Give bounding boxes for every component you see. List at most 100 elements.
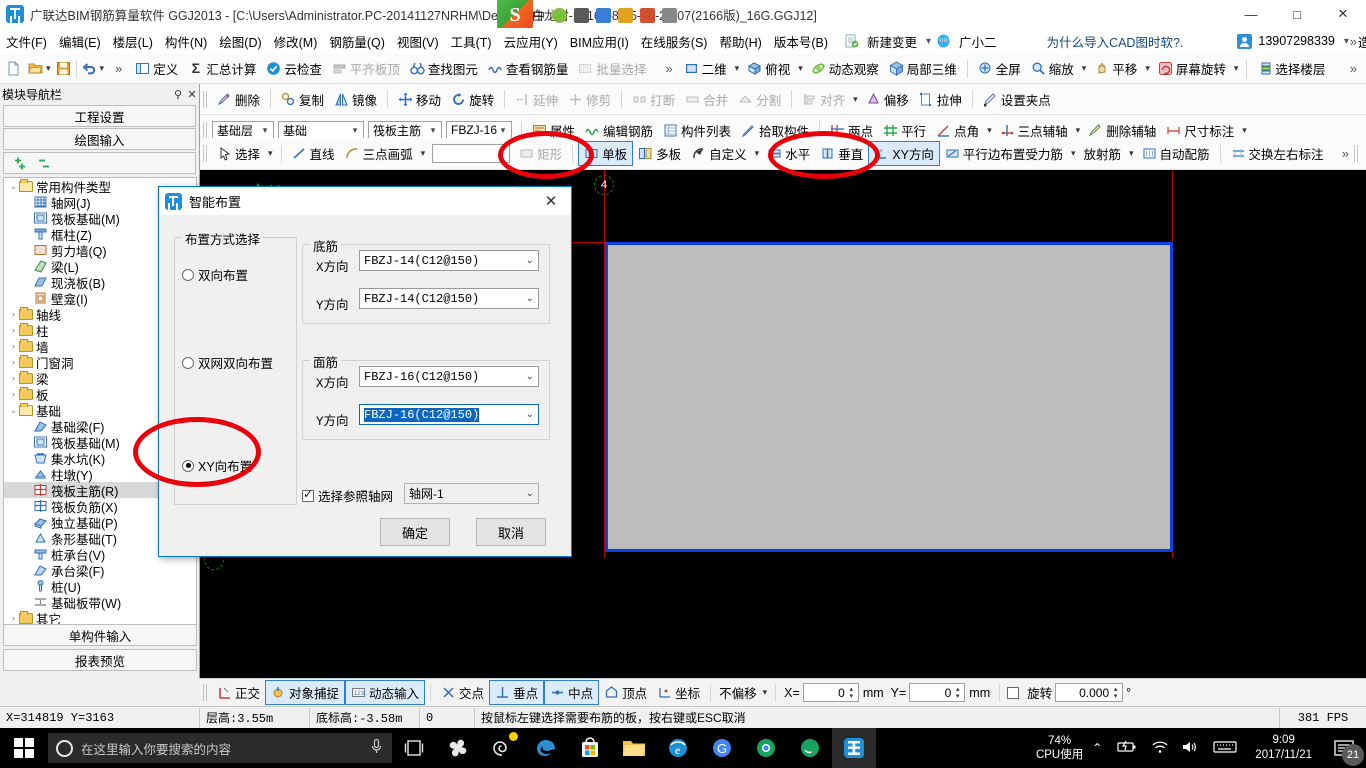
move-button[interactable]: 移动 xyxy=(393,88,446,111)
toolbar-grip-4[interactable] xyxy=(1354,145,1360,162)
single-slab-button[interactable]: 单板 xyxy=(578,141,634,166)
tree-expander-icon[interactable]: › xyxy=(8,389,19,399)
radio-xy-direction[interactable] xyxy=(182,459,194,472)
break-button[interactable]: 打断 xyxy=(627,88,680,111)
top-y-dropdown[interactable]: FBZJ-16(C12@150) ⌄ xyxy=(359,404,539,425)
ok-button[interactable]: 确定 xyxy=(380,518,450,546)
align-chevron-down-icon[interactable]: ▾ xyxy=(850,94,861,105)
expand-all-icon[interactable] xyxy=(12,156,27,171)
offset-mode-label[interactable]: 不偏移 xyxy=(716,683,760,702)
menu-online-service[interactable]: 在线服务(S) xyxy=(635,29,714,54)
rotate-button[interactable]: 旋转 xyxy=(446,88,499,111)
line-button[interactable]: 直线 xyxy=(287,142,340,165)
axis-bubble[interactable]: 4 xyxy=(594,175,614,195)
promo-link[interactable]: 为什么导入CAD图时软?. xyxy=(1041,29,1190,54)
tab-draw-input[interactable]: 绘图输入 xyxy=(3,128,196,150)
copy-button[interactable]: 复制 xyxy=(276,88,329,111)
edge-icon[interactable] xyxy=(524,728,568,768)
tree-expander-icon[interactable]: › xyxy=(8,309,19,319)
mirror-button[interactable]: 镜像 xyxy=(329,88,382,111)
pan-button[interactable]: 平移 xyxy=(1089,57,1142,80)
volume-icon[interactable] xyxy=(1175,740,1205,757)
account-label[interactable]: 13907298339 xyxy=(1252,31,1340,51)
two-d-chevron-down-icon[interactable]: ▾ xyxy=(732,63,743,74)
toolbar-grip-3[interactable] xyxy=(203,145,209,162)
axis-reference-checkbox[interactable] xyxy=(302,487,314,502)
coordinate-snap[interactable]: 坐标 xyxy=(652,681,705,704)
arc-chevron-down-icon[interactable]: ▾ xyxy=(418,148,429,159)
ortho-toggle[interactable]: 正交 xyxy=(212,681,265,704)
align-button[interactable]: 对齐 xyxy=(797,88,850,111)
local-3d-button[interactable]: 局部三维 xyxy=(884,57,962,80)
ime-wifi-icon[interactable] xyxy=(552,7,568,23)
ime-menu-icon[interactable] xyxy=(662,7,678,23)
rotate-checkbox[interactable] xyxy=(1007,686,1020,699)
menubar-overflow-icon[interactable]: » xyxy=(1347,34,1360,49)
floor-combo[interactable]: 基础层 ▾ xyxy=(212,120,274,140)
tree-expander-icon[interactable]: ⌄ xyxy=(8,405,19,416)
bottom-grip[interactable] xyxy=(203,684,209,701)
parallel-edge-rebar-chevron-down-icon[interactable]: ▾ xyxy=(1068,148,1079,159)
menu-version[interactable]: 版本号(B) xyxy=(768,29,834,54)
menu-bim-apps[interactable]: BIM应用(I) xyxy=(564,29,635,54)
new-change-button[interactable]: 新建变更 xyxy=(861,29,923,54)
perpendicular-snap[interactable]: 垂点 xyxy=(489,680,545,705)
collapse-all-icon[interactable] xyxy=(36,156,51,171)
select-floor-button[interactable]: 选择楼层 xyxy=(1252,57,1330,80)
align-slab-top-button[interactable]: 平齐板顶 xyxy=(327,57,405,80)
firefox-icon[interactable] xyxy=(788,728,832,768)
screen-rotate-chevron-down-icon[interactable]: ▾ xyxy=(1231,63,1242,74)
battery-icon[interactable] xyxy=(1111,740,1145,757)
undo-chevron-down-icon[interactable]: ▾ xyxy=(97,63,108,74)
multi-slab-button[interactable]: 多板 xyxy=(633,142,686,165)
cancel-button[interactable]: 取消 xyxy=(476,518,546,546)
save-icon[interactable] xyxy=(56,61,71,76)
store-icon[interactable] xyxy=(568,728,612,768)
ie-icon[interactable]: e xyxy=(656,728,700,768)
radio-bidirectional[interactable] xyxy=(182,268,194,281)
component-type-combo[interactable]: 筏板主筋 ▾ xyxy=(368,120,442,140)
menu-help[interactable]: 帮助(H) xyxy=(713,29,767,54)
option-bidirectional[interactable]: 双向布置 xyxy=(182,265,248,284)
undo-icon[interactable] xyxy=(82,61,97,76)
menu-floor[interactable]: 楼层(L) xyxy=(107,29,159,54)
axis-reference-checkbox-row[interactable]: 选择参照轴网 xyxy=(302,486,393,505)
open-chevron-down-icon[interactable]: ▾ xyxy=(43,63,54,74)
select-tool-button[interactable]: 选择 xyxy=(212,142,265,165)
bottom-y-dropdown[interactable]: FBZJ-14(C12@150) ⌄ xyxy=(359,288,539,309)
maximize-button[interactable]: □ xyxy=(1274,0,1320,28)
menu-tools[interactable]: 工具(T) xyxy=(445,29,498,54)
chrome-g-icon[interactable]: G xyxy=(700,728,744,768)
chrome-icon[interactable] xyxy=(744,728,788,768)
radial-rebar-chevron-down-icon[interactable]: ▾ xyxy=(1126,148,1137,159)
spinner-icon[interactable]: ▴ ▾ xyxy=(846,684,857,701)
zoom-button[interactable]: 缩放 xyxy=(1026,57,1079,80)
three-point-arc-button[interactable]: 三点画弧 xyxy=(340,142,418,165)
menu-draw[interactable]: 绘图(D) xyxy=(213,29,267,54)
pin-icon[interactable]: ⚲ xyxy=(171,88,185,101)
fullscreen-button[interactable]: 全屏 xyxy=(973,57,1026,80)
tree-expander-icon[interactable]: › xyxy=(8,357,19,367)
toolbar1-overflow-right-icon[interactable]: » xyxy=(1347,61,1360,76)
toolbar-grip[interactable] xyxy=(203,90,209,108)
three-point-aux-chevron-down-icon[interactable]: ▾ xyxy=(1073,125,1084,136)
option-xy-direction[interactable]: XY向布置 xyxy=(182,456,252,475)
midpoint-snap[interactable]: 中点 xyxy=(544,680,600,705)
trim-button[interactable]: 修剪 xyxy=(563,88,616,111)
tree-expander-icon[interactable]: › xyxy=(8,325,19,335)
auto-rebar-button[interactable]: 自动配筋 xyxy=(1137,142,1215,165)
delete-button[interactable]: 删除 xyxy=(212,88,265,111)
custom-button[interactable]: 自定义 xyxy=(686,142,752,165)
tree-expander-icon[interactable]: › xyxy=(8,373,19,383)
stretch-button[interactable]: 拉伸 xyxy=(914,88,967,111)
pan-chevron-down-icon[interactable]: ▾ xyxy=(1142,63,1153,74)
new-change-chevron-down-icon[interactable]: ▾ xyxy=(923,36,934,47)
select-chevron-down-icon[interactable]: ▾ xyxy=(265,148,276,159)
open-folder-icon[interactable] xyxy=(28,61,43,76)
task-view-icon[interactable] xyxy=(392,728,436,768)
dynamic-input-toggle[interactable]: 123 动态输入 xyxy=(345,680,426,705)
ime-mic-icon[interactable] xyxy=(574,7,590,23)
start-button[interactable] xyxy=(0,728,48,768)
view-rebar-button[interactable]: 查看钢筋量 xyxy=(483,57,574,80)
swap-label-button[interactable]: 交换左右标注 xyxy=(1226,142,1329,165)
